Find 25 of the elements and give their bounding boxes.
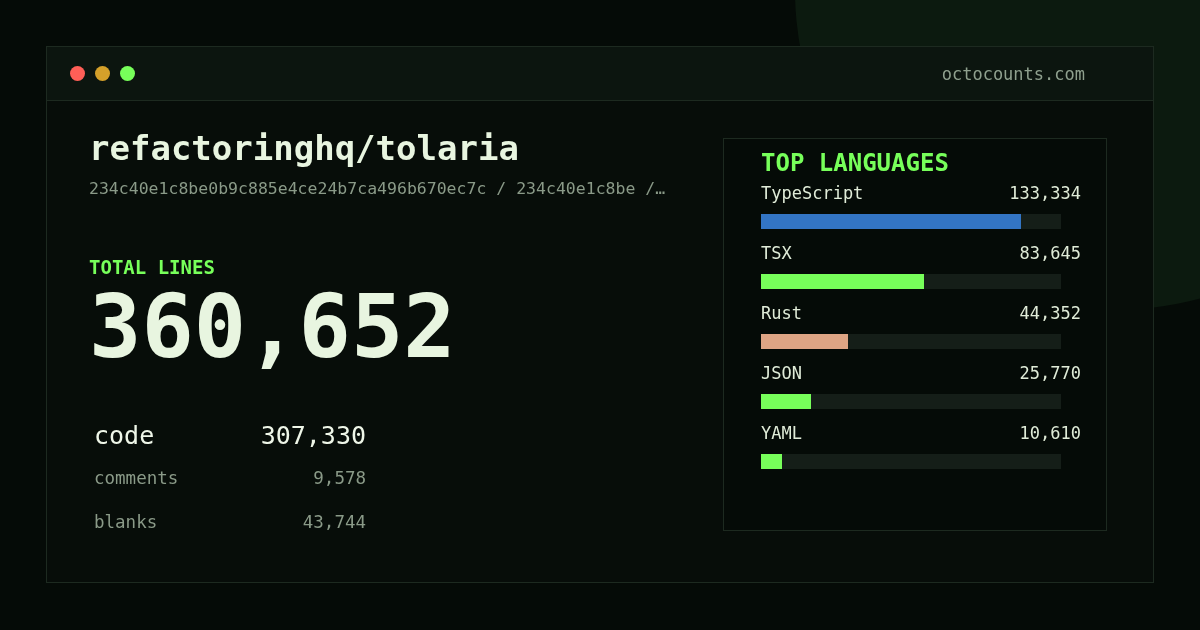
commit-ref: 234c40e1c8be0b9c885e4ce24b7ca496b670ec7c / 234c40e1c8be /… <box>89 178 667 198</box>
language-name: YAML <box>761 423 802 443</box>
stat-value: 307,330 <box>260 420 366 450</box>
stat-value: 9,578 <box>313 467 366 488</box>
language-count: 44,352 <box>1019 303 1081 323</box>
total-label: TOTAL LINES <box>89 255 216 278</box>
language-name: TSX <box>761 243 792 263</box>
language-count: 25,770 <box>1019 363 1081 383</box>
repo-name: refactoringhq/tolaria <box>89 128 520 169</box>
language-count: 10,610 <box>1019 423 1081 443</box>
panel-title: TOP LANGUAGES <box>761 149 950 177</box>
language-name: JSON <box>761 363 802 383</box>
stat-label: code <box>94 420 155 450</box>
stat-label: blanks <box>94 511 158 532</box>
window-control[interactable] <box>120 66 135 81</box>
language-count: 83,645 <box>1019 243 1081 263</box>
language-name: Rust <box>761 303 802 323</box>
language-name: TypeScript <box>761 183 864 203</box>
window-control[interactable] <box>70 66 85 81</box>
domain-text: octocounts.com <box>941 63 1085 84</box>
total-value: 360,652 <box>89 283 457 371</box>
stat-value: 43,744 <box>302 511 366 532</box>
window-control[interactable] <box>95 66 110 81</box>
language-count: 133,334 <box>1009 183 1081 203</box>
stat-label: comments <box>94 467 179 488</box>
